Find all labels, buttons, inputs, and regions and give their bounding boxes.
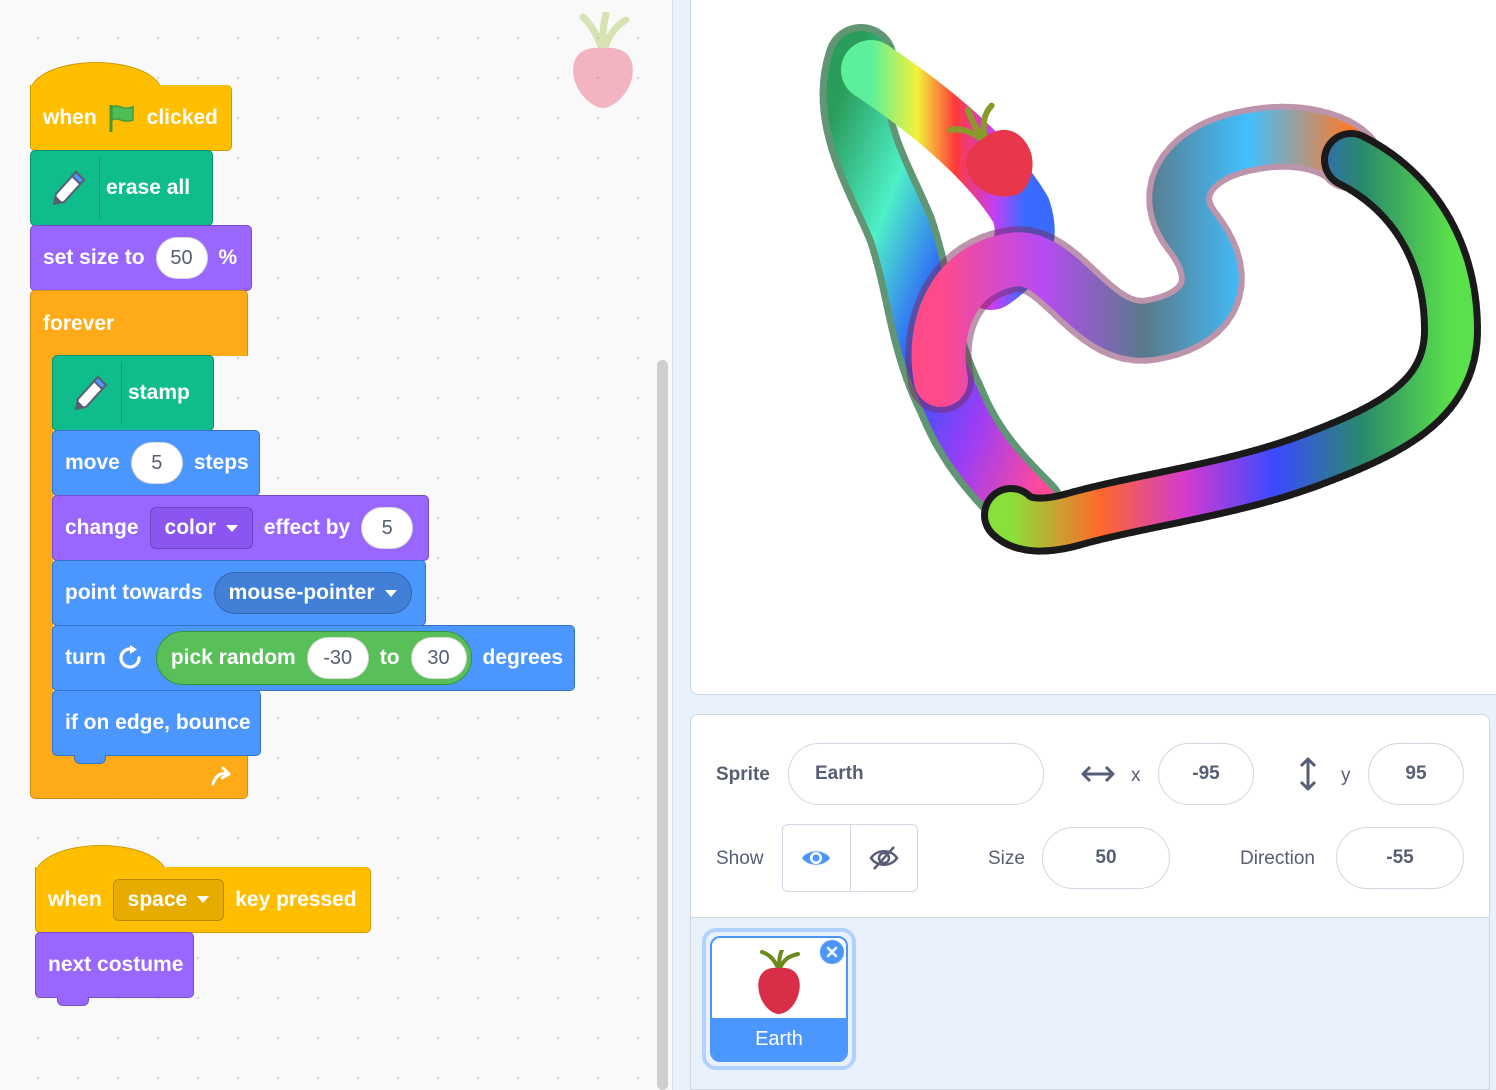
effect-option: color — [164, 516, 216, 539]
y-position-arrows-icon — [1299, 757, 1317, 791]
size-label: Size — [988, 848, 1025, 869]
random-to-input[interactable]: 30 — [410, 637, 467, 679]
set-size-block[interactable]: set size to 50 % — [30, 225, 252, 291]
change-effect-block[interactable]: change color effect by 5 — [52, 495, 429, 561]
pick-random-reporter[interactable]: pick random -30 to 30 — [155, 631, 472, 685]
stamp-label: stamp — [128, 381, 190, 404]
change-label: change — [65, 516, 139, 539]
forever-arm — [30, 352, 53, 754]
eye-slash-icon — [869, 846, 899, 870]
y-field[interactable]: 95 — [1368, 743, 1464, 805]
pen-extension-icon — [59, 362, 122, 424]
when-label: when — [48, 887, 102, 911]
sprite-tile-name: Earth — [712, 1018, 846, 1060]
show-sprite-button[interactable] — [783, 825, 850, 891]
set-size-label: set size to — [43, 246, 145, 269]
close-icon — [826, 946, 838, 958]
delete-sprite-button[interactable] — [820, 940, 844, 964]
to-label: to — [379, 646, 400, 669]
rotate-right-icon — [119, 645, 141, 669]
dropdown-caret-icon — [225, 524, 238, 532]
show-label: Show — [716, 848, 764, 869]
direction-field[interactable]: -55 — [1336, 827, 1464, 889]
code-area[interactable]: when clicked erase all set size to 50 % … — [0, 0, 672, 1090]
visibility-toggle — [782, 824, 918, 892]
move-steps-block[interactable]: move 5 steps — [52, 430, 260, 496]
next-costume-block[interactable]: next costume — [35, 932, 194, 998]
towards-dropdown[interactable]: mouse-pointer — [213, 572, 412, 614]
pen-extension-icon — [37, 157, 100, 219]
turn-degrees-block[interactable]: turn pick random -30 to 30 degrees — [52, 625, 575, 691]
effect-dropdown[interactable]: color — [149, 507, 253, 549]
next-costume-label: next costume — [48, 953, 184, 976]
towards-option: mouse-pointer — [228, 581, 375, 604]
sprite-tile-earth[interactable]: Earth — [702, 928, 856, 1070]
key-option: space — [127, 887, 188, 911]
effect-by-label: effect by — [263, 516, 351, 539]
direction-label: Direction — [1240, 848, 1315, 869]
steps-input[interactable]: 5 — [130, 442, 183, 484]
size-field[interactable]: 50 — [1042, 827, 1170, 889]
percent-label: % — [218, 246, 238, 269]
forever-bottom — [30, 754, 248, 799]
x-label: x — [1131, 765, 1141, 786]
random-from-input[interactable]: -30 — [306, 637, 369, 679]
size-input[interactable]: 50 — [155, 237, 208, 279]
stamp-block[interactable]: stamp — [52, 355, 214, 431]
dropdown-caret-icon — [197, 896, 210, 903]
pick-random-label: pick random — [170, 646, 296, 669]
point-towards-label: point towards — [65, 581, 203, 604]
sprite-name-field[interactable]: Earth — [788, 743, 1044, 805]
x-field[interactable]: -95 — [1158, 743, 1254, 805]
move-label: move — [65, 451, 120, 474]
green-flag-icon — [109, 104, 134, 132]
when-label: when — [43, 105, 97, 129]
degrees-label: degrees — [482, 646, 564, 669]
sprite-watermark-icon — [573, 12, 633, 108]
key-pressed-label: key pressed — [235, 887, 357, 911]
forever-label: forever — [43, 311, 115, 335]
y-label: y — [1341, 765, 1351, 786]
if-on-edge-bounce-block[interactable]: if on edge, bounce — [52, 690, 261, 756]
hide-sprite-button[interactable] — [849, 825, 918, 891]
code-area-scrollbar[interactable] — [657, 360, 668, 1090]
steps-label: steps — [193, 451, 249, 474]
stage-pen-drawing — [819, 24, 1481, 555]
stage[interactable] — [690, 0, 1496, 695]
erase-all-block[interactable]: erase all — [30, 150, 213, 226]
when-key-pressed-block[interactable]: when space key pressed — [35, 867, 371, 933]
key-dropdown[interactable]: space — [112, 878, 225, 921]
sprite-label: Sprite — [716, 764, 770, 785]
loop-arrow-icon — [211, 766, 231, 786]
forever-block[interactable]: forever — [30, 290, 248, 356]
eye-icon — [802, 851, 831, 865]
point-towards-block[interactable]: point towards mouse-pointer — [52, 560, 426, 626]
turn-label: turn — [65, 646, 106, 669]
bounce-label: if on edge, bounce — [65, 711, 251, 734]
dropdown-caret-icon — [384, 589, 397, 597]
erase-all-label: erase all — [106, 176, 191, 199]
clicked-label: clicked — [146, 105, 218, 129]
pane-divider — [672, 0, 691, 1090]
when-flag-clicked-block[interactable]: when clicked — [30, 85, 232, 151]
effect-value-input[interactable]: 5 — [361, 507, 414, 549]
x-position-arrows-icon — [1081, 765, 1115, 783]
strawberry-sprite-icon — [758, 950, 800, 1014]
